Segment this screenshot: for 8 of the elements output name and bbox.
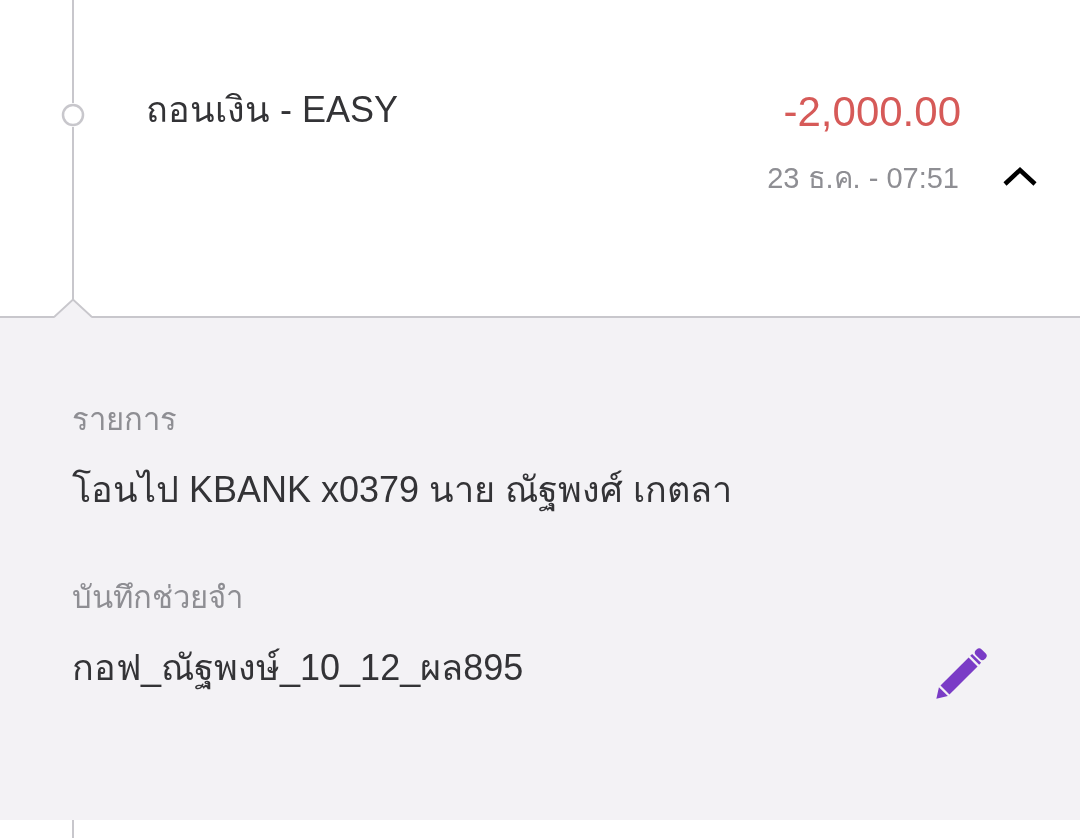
transaction-amount: -2,000.00 [783, 88, 961, 136]
transaction-title: ถอนเงิน - EASY [146, 88, 400, 132]
transaction-datetime: 23 ธ.ค. - 07:51 [767, 161, 959, 196]
chevron-up-icon[interactable] [1002, 165, 1038, 187]
detail-value: กอฟ_ณัฐพงษ์_10_12_ผล895 [72, 646, 524, 690]
detail-value: โอนไป KBANK x0379 นาย ณัฐพงศ์ เกตลา [72, 468, 733, 512]
detail-label: บันทึกช่วยจำ [72, 579, 244, 617]
detail-label: รายการ [72, 401, 178, 439]
